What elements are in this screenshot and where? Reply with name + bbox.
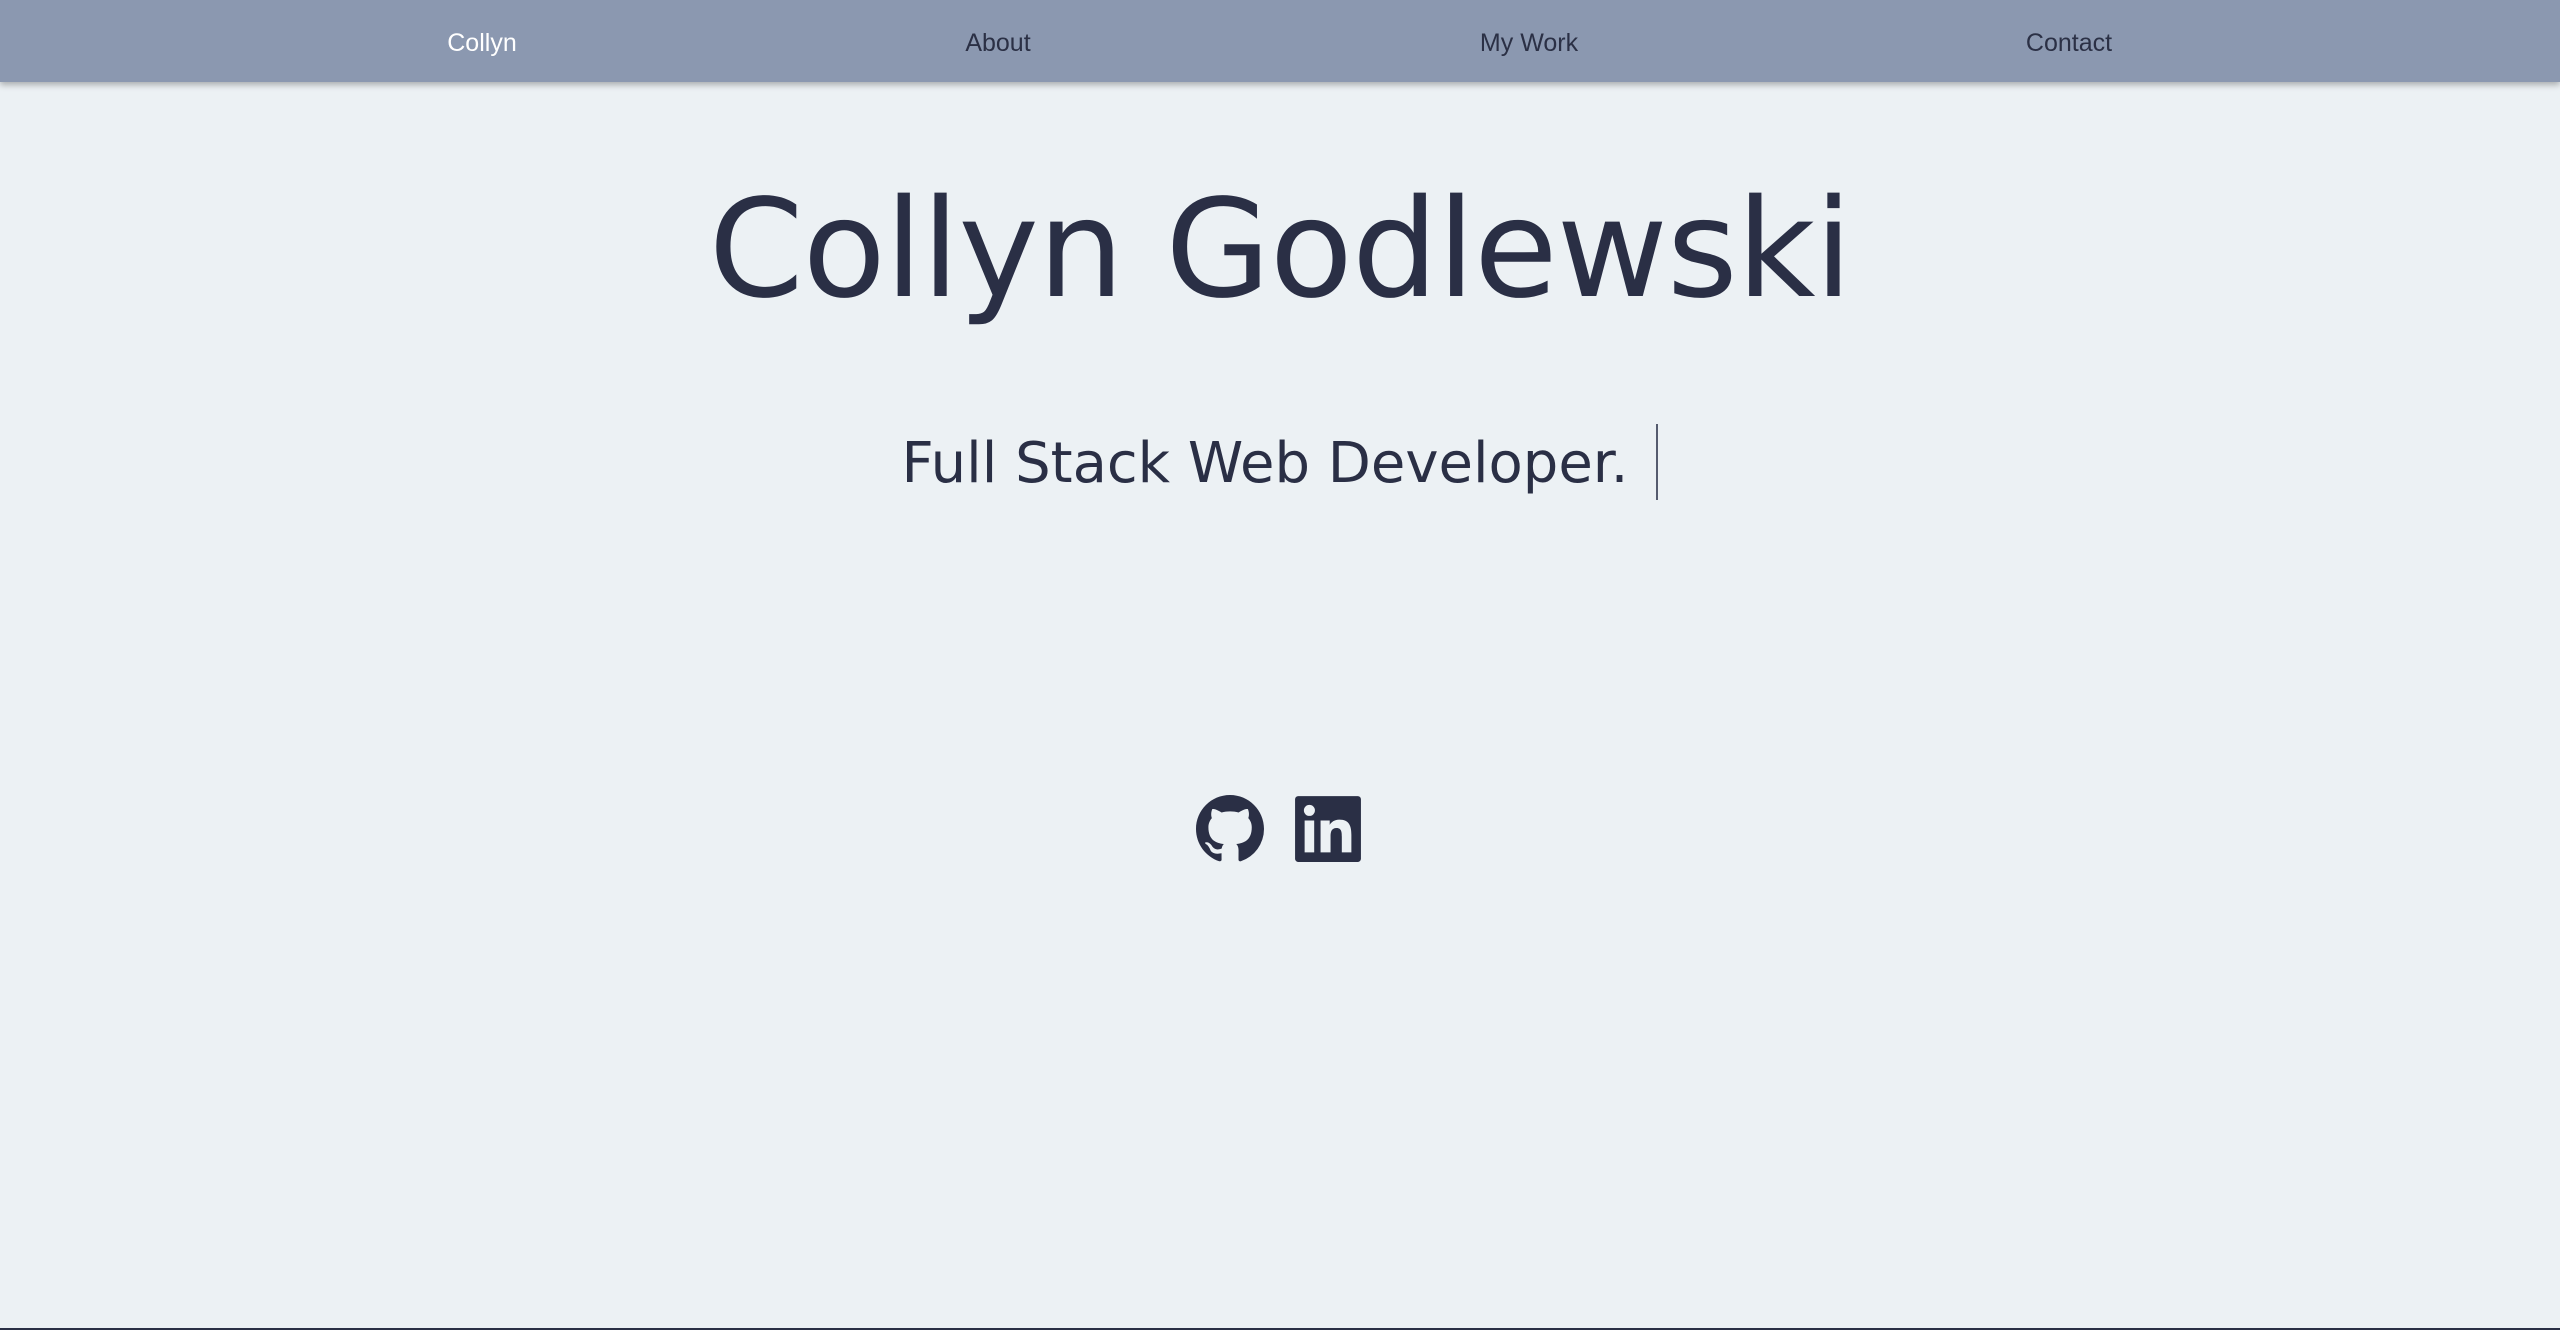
github-link[interactable] xyxy=(1196,795,1264,863)
navbar: Collyn About My Work Contact xyxy=(0,0,2560,82)
social-links xyxy=(1196,794,1362,864)
linkedin-link[interactable] xyxy=(1294,795,1362,863)
nav-link-my-work[interactable]: My Work xyxy=(1480,0,1578,82)
hero-tagline: Full Stack Web Developer. xyxy=(901,431,1629,496)
hero-name: Collyn Godlewski xyxy=(708,171,1853,329)
github-icon xyxy=(1196,795,1264,862)
nav-link-about[interactable]: About xyxy=(965,0,1030,82)
typing-cursor xyxy=(1656,424,1659,500)
nav-link-contact[interactable]: Contact xyxy=(2026,0,2112,82)
tagline-container: Full Stack Web Developer. xyxy=(0,424,2560,504)
nav-brand-link[interactable]: Collyn xyxy=(447,0,516,82)
linkedin-icon xyxy=(1295,796,1361,862)
